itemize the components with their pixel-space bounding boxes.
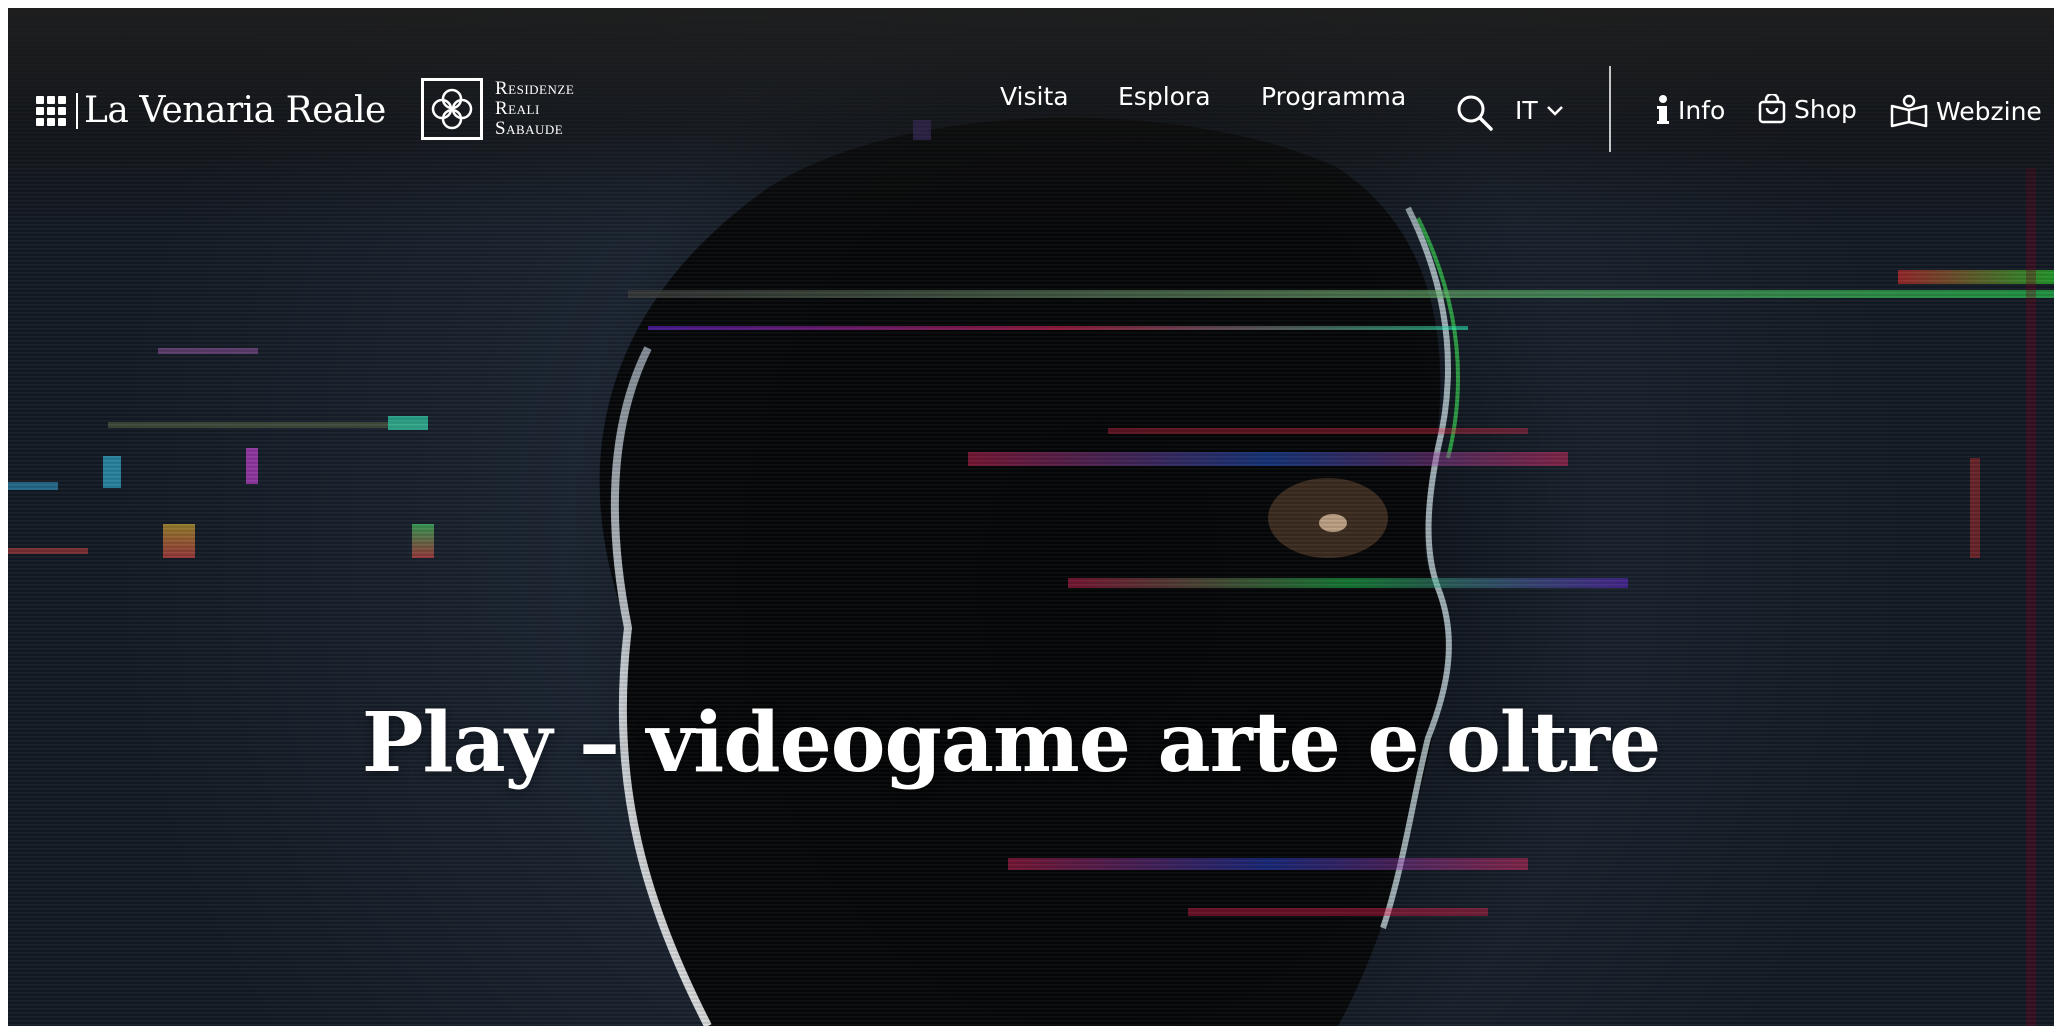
residenze-line-2: Reali [495, 98, 540, 119]
nav-divider [1609, 66, 1611, 152]
glitch-bar [1970, 458, 1980, 558]
nav-item-esplora[interactable]: Esplora [1118, 82, 1211, 111]
residenze-reali-sabaude-logo[interactable]: Residenze Reali Sabaude [421, 78, 574, 140]
glitch-bar [108, 422, 428, 428]
glitch-bar [648, 326, 1468, 330]
hero-title: Play – videogame arte e oltre [361, 694, 1661, 791]
glitch-bar [1008, 858, 1528, 870]
venaria-logo-text: La Venaria Reale [84, 90, 386, 131]
glitch-bar [8, 548, 88, 554]
glitch-bar [968, 452, 1568, 466]
glitch-bar [388, 416, 428, 430]
glitch-bar [8, 482, 58, 490]
shop-label: Shop [1794, 94, 1857, 124]
logo-dots-icon [36, 95, 66, 126]
chevron-down-icon [1546, 105, 1563, 116]
residenze-line-3: Sabaude [495, 118, 564, 139]
glitch-bar [246, 448, 258, 484]
page-frame: La Venaria Reale Residenze Reali Sabaude… [8, 8, 2054, 1026]
glitch-bar [163, 524, 195, 558]
glitch-bar [103, 456, 121, 488]
glitch-bar [158, 348, 258, 354]
info-icon [1657, 95, 1669, 124]
residenze-emblem-icon [421, 78, 483, 140]
nav-item-programma[interactable]: Programma [1261, 82, 1406, 111]
info-link[interactable]: Info [1656, 94, 1725, 126]
logo-divider [76, 92, 78, 129]
residenze-logo-text: Residenze Reali Sabaude [495, 79, 574, 139]
webzine-link[interactable]: Webzine [1890, 94, 2042, 128]
glitch-bar [1188, 908, 1488, 916]
glitch-bar [628, 290, 2054, 298]
language-selector[interactable]: IT [1515, 96, 1564, 125]
venaria-reale-logo[interactable]: La Venaria Reale [36, 90, 386, 131]
site-header: La Venaria Reale Residenze Reali Sabaude… [8, 56, 2054, 176]
search-button[interactable] [1455, 92, 1497, 134]
open-book-icon [1890, 94, 1928, 128]
nav-item-visita[interactable]: Visita [1000, 82, 1069, 111]
search-icon [1457, 95, 1493, 131]
shopping-bag-icon [1758, 94, 1786, 124]
glitch-bar [2026, 168, 2036, 1026]
shop-link[interactable]: Shop [1758, 94, 1857, 124]
language-current: IT [1515, 96, 1538, 125]
glitch-bar [412, 524, 434, 558]
glitch-bar [1068, 578, 1628, 588]
info-label: Info [1678, 95, 1726, 125]
webzine-label: Webzine [1936, 96, 2042, 126]
residenze-line-1: Residenze [495, 78, 575, 99]
glitch-bar [1108, 428, 1528, 434]
